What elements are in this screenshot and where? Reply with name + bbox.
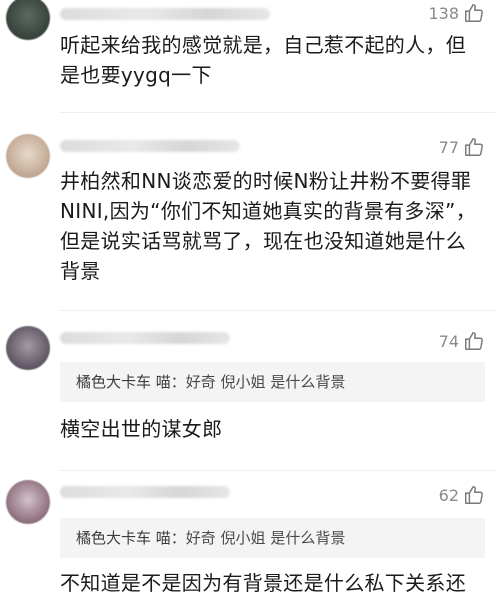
- divider: [60, 112, 495, 113]
- avatar[interactable]: [6, 480, 50, 524]
- comment-text: 听起来给我的感觉就是，自己惹不起的人，但是也要yygq一下: [60, 33, 466, 87]
- thumbs-up-icon: [465, 332, 483, 350]
- quoted-reply[interactable]: 橘色大卡车 喵：好奇 倪小姐 是什么背景: [60, 518, 485, 558]
- like-count: 62: [438, 485, 459, 505]
- comment-text: 不知道是不是因为有背景还是什么私下关系还: [60, 571, 466, 595]
- thumbs-up-icon: [465, 486, 483, 504]
- username-blurred[interactable]: [60, 140, 240, 152]
- like-count: 77: [438, 137, 459, 157]
- username-blurred[interactable]: [60, 486, 230, 498]
- reply-author: 橘色大卡车 喵：: [76, 529, 186, 547]
- quoted-reply[interactable]: 橘色大卡车 喵：好奇 倪小姐 是什么背景: [60, 362, 485, 402]
- reply-author: 橘色大卡车 喵：: [76, 373, 186, 391]
- comment-text: 井柏然和NN谈恋爱的时候N粉让井粉不要得罪NINI,因为“你们不知道她真实的背景…: [60, 169, 476, 283]
- thumbs-up-icon: [465, 138, 483, 156]
- like-button[interactable]: 74: [439, 330, 485, 352]
- avatar[interactable]: [6, 134, 50, 178]
- thumbs-up-icon: [465, 4, 483, 22]
- reply-text: 好奇 倪小姐 是什么背景: [185, 529, 346, 547]
- like-button[interactable]: 62: [439, 484, 485, 506]
- comment-text: 横空出世的谋女郎: [60, 417, 223, 441]
- username-blurred[interactable]: [60, 8, 270, 20]
- reply-text: 好奇 倪小姐 是什么背景: [185, 373, 346, 391]
- avatar[interactable]: [6, 0, 50, 40]
- like-button[interactable]: 138: [428, 2, 485, 24]
- username-blurred[interactable]: [60, 332, 230, 344]
- like-count: 138: [428, 3, 459, 23]
- divider: [60, 470, 495, 471]
- like-button[interactable]: 77: [439, 136, 485, 158]
- avatar[interactable]: [6, 326, 50, 370]
- like-count: 74: [438, 331, 459, 351]
- divider: [60, 310, 495, 311]
